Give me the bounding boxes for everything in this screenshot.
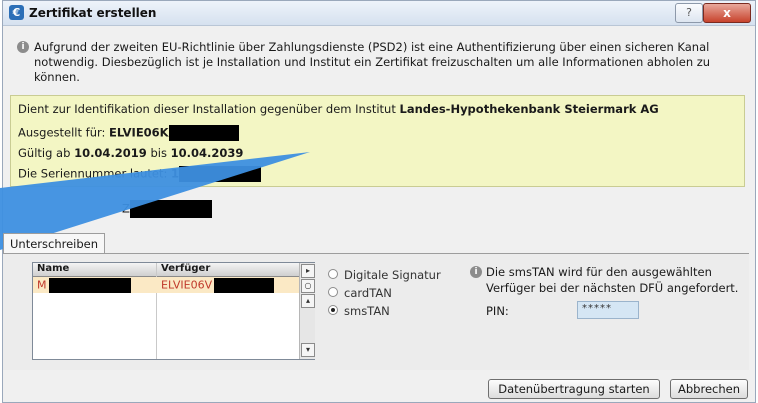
radio-label: Digitale Signatur: [344, 268, 441, 282]
redaction-block: [214, 278, 275, 293]
issued-label: Ausgestellt für:: [18, 125, 110, 140]
certificate-details-box: Dient zur Identifikation dieser Installa…: [10, 95, 745, 187]
info-icon: i: [470, 266, 482, 278]
table-scrollbar[interactable]: ▸ ○ ▴ ▾: [299, 263, 315, 359]
serial-label: Die Seriennummer lautet:: [18, 166, 172, 181]
psd2-info-text: Aufgrund der zweiten EU-Richtlinie über …: [34, 40, 711, 84]
valid-mid: bis: [146, 146, 171, 160]
pin-input[interactable]: *****: [577, 301, 639, 319]
pin-label: PIN:: [486, 304, 509, 318]
smstan-info-text: Die smsTAN wird für den ausgewählten Ver…: [486, 265, 739, 295]
scroll-down-icon[interactable]: ▾: [301, 343, 315, 357]
obscured-text: Z: [122, 201, 130, 216]
table-row[interactable]: M ELVIE06V: [33, 277, 299, 293]
settings-circle-icon[interactable]: ○: [301, 279, 315, 293]
app-icon: €: [9, 5, 24, 20]
column-header-verfueger[interactable]: Verfüger: [161, 263, 210, 274]
radio-icon: [328, 269, 338, 279]
redaction-block: [179, 166, 262, 182]
radio-icon: [328, 305, 338, 315]
redaction-block: [129, 200, 212, 218]
redaction-block: [48, 278, 131, 293]
dialog-title: Zertifikat erstellen: [29, 6, 157, 20]
issued-value: ELVIE06K: [109, 125, 169, 140]
cell-verfueger: ELVIE06V: [161, 278, 275, 293]
valid-from: 10.04.2019: [74, 146, 147, 160]
radio-cardtan[interactable]: cardTAN: [328, 284, 441, 302]
radio-smstan[interactable]: smsTAN: [328, 302, 441, 320]
cell-name: M: [37, 278, 131, 293]
scroll-up-icon[interactable]: ▴: [301, 294, 315, 308]
signature-method-group: Digitale Signatur cardTAN smsTAN: [328, 266, 441, 320]
radio-icon: [328, 287, 338, 297]
radio-label: smsTAN: [344, 304, 390, 318]
scroll-right-icon[interactable]: ▸: [301, 264, 315, 278]
radio-label: cardTAN: [344, 286, 392, 300]
redaction-block: [168, 125, 239, 141]
help-button[interactable]: ?: [675, 3, 703, 23]
serial-value: 1: [171, 166, 180, 181]
identification-prefix: Dient zur Identifikation dieser Installa…: [18, 102, 400, 116]
signer-table: Name Verfüger M ELVIE06V ▸ ○ ▴ ▾: [32, 262, 315, 360]
table-header: Name Verfüger: [33, 263, 299, 277]
cancel-button[interactable]: Abbrechen: [670, 379, 748, 399]
validity-line: Gültig ab 10.04.2019 bis 10.04.2039: [18, 146, 243, 160]
obscured-line: Z: [122, 200, 212, 218]
close-button[interactable]: x: [703, 3, 751, 23]
valid-to: 10.04.2039: [170, 146, 244, 160]
column-header-name[interactable]: Name: [37, 263, 69, 274]
info-icon: i: [17, 41, 29, 53]
valid-label: Gültig ab: [18, 146, 75, 160]
start-transfer-button[interactable]: Datenübertragung starten: [488, 379, 660, 399]
title-bar: € Zertifikat erstellen ? x: [3, 1, 755, 26]
issued-line: Ausgestellt für: ELVIE06K: [18, 125, 239, 141]
institute-name: Landes-Hypothekenbank Steiermark AG: [399, 102, 659, 116]
serial-line: Die Seriennummer lautet: 1: [18, 166, 262, 182]
radio-digitale-signatur[interactable]: Digitale Signatur: [328, 266, 441, 284]
identification-line: Dient zur Identifikation dieser Installa…: [18, 102, 659, 116]
tab-unterschreiben[interactable]: Unterschreiben: [3, 233, 106, 254]
